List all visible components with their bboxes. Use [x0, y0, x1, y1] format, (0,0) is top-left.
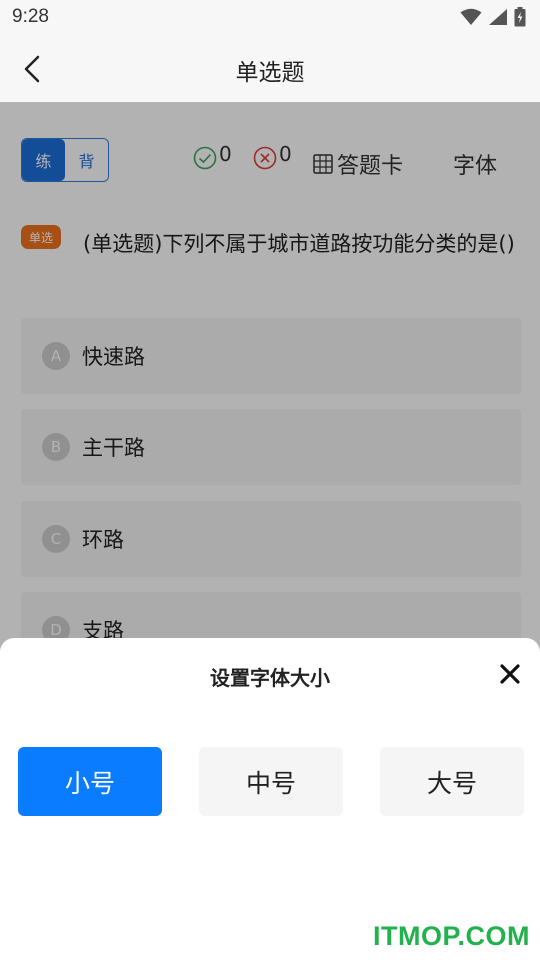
status-time: 9:28 [12, 6, 49, 27]
page-title: 单选题 [235, 60, 305, 86]
status-bar: 9:28 [0, 0, 540, 36]
signal-icon [489, 9, 507, 25]
sheet-title: 设置字体大小 [210, 666, 330, 690]
status-icons [460, 7, 526, 27]
font-size-medium-button[interactable]: 中号 [199, 747, 343, 816]
font-size-large-button[interactable]: 大号 [380, 747, 524, 816]
close-icon[interactable] [498, 662, 522, 686]
font-size-small-button[interactable]: 小号 [18, 747, 162, 816]
battery-icon [514, 7, 526, 27]
wifi-icon [460, 8, 482, 25]
watermark: ITMOP.COM [372, 921, 530, 951]
header: 单选题 [0, 36, 540, 102]
font-size-sheet: 设置字体大小 小号 中号 大号 [0, 638, 540, 960]
